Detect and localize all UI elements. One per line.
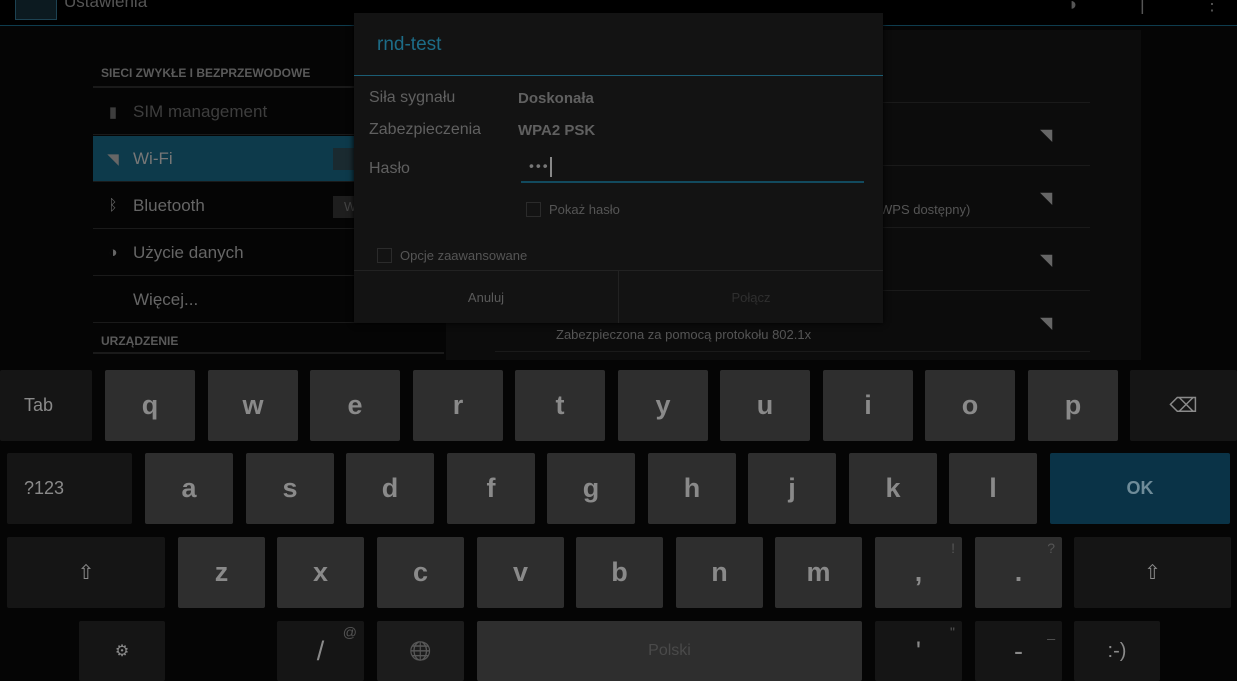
key-comma[interactable]: ,! xyxy=(875,537,962,608)
settings-app-icon[interactable] xyxy=(15,0,57,20)
wifi-connect-dialog: rnd-test Siła sygnału Doskonała Zabezpie… xyxy=(354,13,883,323)
key-b[interactable]: b xyxy=(576,537,663,608)
shift-key-right[interactable]: ⇧ xyxy=(1074,537,1231,608)
signal-value: Doskonała xyxy=(518,90,594,107)
show-password-label[interactable]: Pokaż hasło xyxy=(549,202,620,217)
smiley-key[interactable]: :-) xyxy=(1074,621,1160,681)
cancel-button[interactable]: Anuluj xyxy=(354,271,619,323)
password-input[interactable]: ••• xyxy=(521,151,864,183)
sim-icon: ▮ xyxy=(108,103,118,121)
wifi-lock-icon: ◥ xyxy=(1040,252,1053,269)
key-o[interactable]: o xyxy=(925,370,1015,441)
key-v[interactable]: v xyxy=(477,537,564,608)
advanced-options-checkbox[interactable] xyxy=(377,248,392,263)
signal-label: Siła sygnału xyxy=(369,89,456,106)
key-r[interactable]: r xyxy=(413,370,503,441)
wps-icon[interactable]: ◗ xyxy=(1068,0,1079,15)
sidebar-item-label: Więcej... xyxy=(133,289,199,309)
keyboard-settings-key[interactable]: ⚙ xyxy=(79,621,165,681)
divider xyxy=(354,75,883,76)
key-s[interactable]: s xyxy=(246,453,334,524)
key-h[interactable]: h xyxy=(648,453,736,524)
advanced-options-label[interactable]: Opcje zaawansowane xyxy=(400,248,527,263)
space-key[interactable]: Polski xyxy=(477,621,862,681)
key-k[interactable]: k xyxy=(849,453,937,524)
key-p[interactable]: p xyxy=(1028,370,1118,441)
key-u[interactable]: u xyxy=(720,370,810,441)
sidebar-item-label: Użycie danych xyxy=(133,242,244,262)
section-header-device: URZĄDZENIE xyxy=(101,334,179,348)
key-e[interactable]: e xyxy=(310,370,400,441)
wifi-lock-icon: ◥ xyxy=(1040,315,1053,332)
add-network-icon[interactable]: | xyxy=(1140,0,1145,15)
password-label: Hasło xyxy=(369,160,410,177)
key-j[interactable]: j xyxy=(748,453,836,524)
dialog-title: rnd-test xyxy=(377,34,442,55)
overflow-menu-icon[interactable]: ⋮ xyxy=(1203,0,1221,15)
key-i[interactable]: i xyxy=(823,370,913,441)
key-a[interactable]: a xyxy=(145,453,233,524)
bluetooth-icon: ᛒ xyxy=(108,197,118,214)
key-z[interactable]: z xyxy=(178,537,265,608)
dialog-buttons: Anuluj Połącz xyxy=(354,270,883,323)
connect-button[interactable]: Połącz xyxy=(619,271,883,323)
slash-key[interactable]: / @ xyxy=(277,621,364,681)
key-f[interactable]: f xyxy=(447,453,535,524)
key-m[interactable]: m xyxy=(775,537,862,608)
network-summary: WPS dostępny) xyxy=(880,202,971,217)
wifi-lock-icon: ◥ xyxy=(1040,127,1053,144)
network-summary: Zabezpieczona za pomocą protokołu 802.1x xyxy=(556,327,812,342)
sidebar-item-label: Wi-Fi xyxy=(133,148,173,168)
show-password-checkbox[interactable] xyxy=(526,202,541,217)
shift-key-left[interactable]: ⇧ xyxy=(7,537,165,608)
sidebar-item-label: SIM management xyxy=(133,101,268,121)
key-period[interactable]: .? xyxy=(975,537,1062,608)
ok-key[interactable]: OK xyxy=(1050,453,1230,524)
key-y[interactable]: y xyxy=(618,370,708,441)
key-t[interactable]: t xyxy=(515,370,605,441)
key-n[interactable]: n xyxy=(676,537,763,608)
data-usage-icon: ◑ xyxy=(108,244,118,261)
wifi-lock-icon: ◥ xyxy=(1040,190,1053,207)
password-value: ••• xyxy=(529,157,550,174)
security-value: WPA2 PSK xyxy=(518,122,596,139)
security-label: Zabezpieczenia xyxy=(369,121,482,138)
key-g[interactable]: g xyxy=(547,453,635,524)
sidebar-item-label: Bluetooth xyxy=(133,195,205,215)
tab-key[interactable]: Tab xyxy=(0,370,92,441)
symbols-key[interactable]: ?123 xyxy=(7,453,132,524)
key-l[interactable]: l xyxy=(949,453,1037,524)
app-title: Ustawienia xyxy=(64,0,148,11)
divider xyxy=(93,352,444,354)
backspace-key[interactable]: ⌫ xyxy=(1130,370,1237,441)
section-header-wireless: SIECI ZWYKŁE I BEZPRZEWODOWE xyxy=(101,66,311,80)
apostrophe-key[interactable]: ' " xyxy=(875,621,962,681)
globe-language-key[interactable]: 🌐 xyxy=(377,621,464,681)
key-w[interactable]: w xyxy=(208,370,298,441)
key-c[interactable]: c xyxy=(377,537,464,608)
key-d[interactable]: d xyxy=(346,453,434,524)
key-q[interactable]: q xyxy=(105,370,195,441)
key-x[interactable]: x xyxy=(277,537,364,608)
wifi-icon: ◥ xyxy=(107,150,119,168)
dash-key[interactable]: - _ xyxy=(975,621,1062,681)
